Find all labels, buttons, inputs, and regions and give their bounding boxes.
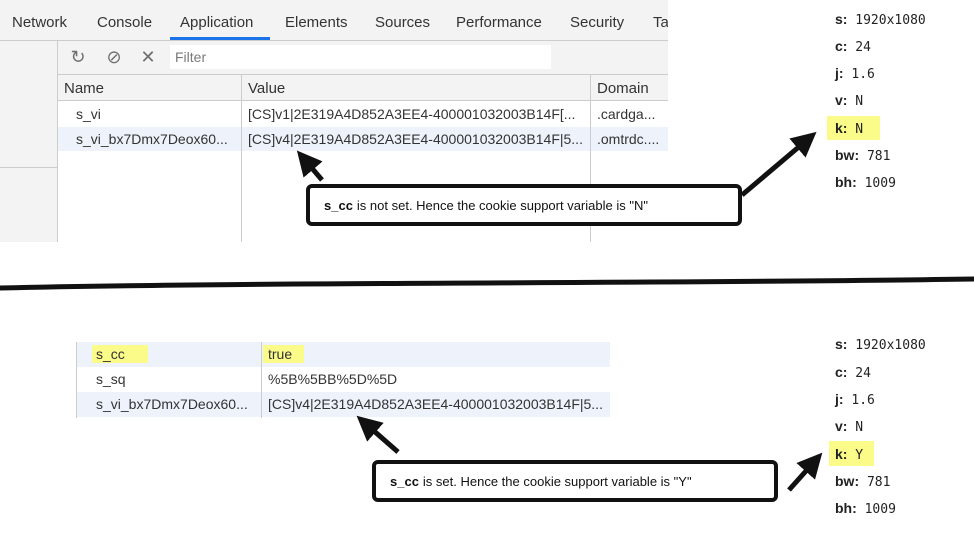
var-key: j:	[835, 391, 844, 407]
column-header-value[interactable]: Value	[248, 80, 285, 97]
var-key: c:	[835, 38, 848, 54]
arrow-to-top-value	[296, 150, 324, 182]
column-header-name[interactable]: Name	[64, 80, 104, 97]
var-value: 781	[866, 149, 891, 164]
table-row[interactable]: s_vi_bx7Dmx7Deox60... [CS]v4|2E319A4D852…	[58, 127, 668, 151]
tab-truncated[interactable]: Ta	[653, 14, 669, 31]
var-key: v:	[835, 418, 848, 434]
var-key: bw:	[835, 473, 860, 489]
tab-performance[interactable]: Performance	[456, 14, 542, 31]
var-c: c: 24	[835, 38, 871, 55]
var-value: 1.6	[851, 393, 875, 408]
var-value: 24	[855, 40, 871, 55]
cookie-name: s_sq	[96, 371, 126, 387]
tab-sources[interactable]: Sources	[375, 14, 430, 31]
column-header-domain[interactable]: Domain	[597, 80, 649, 97]
var-value: 1920x1080	[855, 338, 926, 353]
var-c: c: 24	[835, 364, 871, 381]
var-s: s: 1920x1080	[835, 11, 926, 28]
table-border	[76, 342, 77, 418]
var-key: bw:	[835, 147, 860, 163]
tab-application[interactable]: Application	[180, 14, 253, 31]
cookie-domain: .cardga...	[597, 106, 656, 122]
application-sidebar	[0, 41, 58, 242]
var-value: 24	[855, 366, 871, 381]
var-key: bh:	[835, 500, 857, 516]
tab-security[interactable]: Security	[570, 14, 624, 31]
clear-all-icon[interactable]: ⊘	[104, 47, 124, 67]
cookies-toolbar: ↻ ⊘ ✕	[58, 41, 668, 75]
callout-bold-term: s_cc	[324, 197, 353, 213]
cookie-value: %5B%5BB%5D%5D	[268, 371, 398, 387]
section-divider	[0, 276, 974, 291]
active-tab-indicator	[170, 37, 270, 40]
var-key: s:	[835, 11, 848, 27]
var-v: v: N	[835, 418, 863, 435]
var-value: 1.6	[851, 67, 875, 82]
cookie-name: s_vi	[76, 106, 101, 122]
cookies-table-bottom: s_cc true s_sq %5B%5BB%5D%5D s_vi_bx7Dmx…	[76, 342, 610, 418]
var-value: 1009	[864, 502, 896, 517]
cookie-value: true	[268, 346, 293, 362]
cookie-value: [CS]v1|2E319A4D852A3EE4-400001032003B14F…	[248, 106, 576, 122]
table-row[interactable]: s_vi [CS]v1|2E319A4D852A3EE4-40000103200…	[58, 102, 668, 126]
cookie-value: [CS]v4|2E319A4D852A3EE4-400001032003B14F…	[268, 396, 603, 412]
var-key: j:	[835, 65, 844, 81]
var-key: k:	[835, 120, 848, 136]
var-value: Y	[855, 448, 864, 463]
var-k: k: Y	[835, 446, 863, 463]
callout-text: is set. Hence the cookie support variabl…	[422, 473, 692, 489]
cookie-value: [CS]v4|2E319A4D852A3EE4-400001032003B14F…	[248, 131, 583, 147]
var-key: k:	[835, 446, 848, 462]
var-k: k: N	[835, 120, 863, 137]
var-key: s:	[835, 336, 848, 352]
var-value: N	[855, 420, 864, 435]
var-value: 1920x1080	[855, 13, 926, 28]
var-value: 1009	[864, 176, 896, 191]
arrow-to-bottom-value	[356, 415, 400, 454]
arrow-to-bottom-k	[787, 452, 823, 492]
cookie-name: s_vi_bx7Dmx7Deox60...	[96, 396, 248, 412]
var-j: j: 1.6	[835, 391, 875, 408]
table-row[interactable]: s_sq %5B%5BB%5D%5D	[76, 367, 610, 392]
cookie-name: s_vi_bx7Dmx7Deox60...	[76, 131, 228, 147]
column-divider[interactable]	[261, 342, 262, 418]
column-divider[interactable]	[241, 75, 242, 242]
var-bw: bw: 781	[835, 147, 890, 164]
var-key: c:	[835, 364, 848, 380]
var-bh: bh: 1009	[835, 174, 896, 191]
refresh-icon[interactable]: ↻	[68, 47, 88, 67]
sidebar-divider	[0, 167, 57, 168]
var-key: bh:	[835, 174, 857, 190]
var-bh: bh: 1009	[835, 500, 896, 517]
var-value: 781	[866, 475, 891, 490]
callout-text: is not set. Hence the cookie support var…	[356, 197, 648, 213]
var-value: N	[855, 122, 864, 137]
filter-input[interactable]	[170, 45, 551, 69]
var-j: j: 1.6	[835, 65, 875, 82]
tab-network[interactable]: Network	[12, 14, 67, 31]
devtools-tabbar: Network Console Application Elements Sou…	[0, 0, 669, 41]
var-key: v:	[835, 92, 848, 108]
var-value: N	[855, 94, 864, 109]
delete-icon[interactable]: ✕	[138, 47, 158, 67]
cookie-name: s_cc	[96, 346, 125, 362]
table-row[interactable]: s_cc true	[76, 342, 610, 367]
var-bw: bw: 781	[835, 473, 890, 490]
tab-elements[interactable]: Elements	[285, 14, 348, 31]
cookie-domain: .omtrdc....	[597, 131, 660, 147]
top-annotation-callout: s_cc is not set. Hence the cookie suppor…	[306, 184, 742, 226]
table-row[interactable]: s_vi_bx7Dmx7Deox60... [CS]v4|2E319A4D852…	[76, 392, 610, 417]
cookies-table-header: Name Value Domain	[58, 75, 668, 101]
var-v: v: N	[835, 92, 863, 109]
var-s: s: 1920x1080	[835, 336, 926, 353]
tab-console[interactable]: Console	[97, 14, 152, 31]
callout-bold-term: s_cc	[390, 473, 419, 489]
bottom-annotation-callout: s_cc is set. Hence the cookie support va…	[372, 460, 778, 502]
